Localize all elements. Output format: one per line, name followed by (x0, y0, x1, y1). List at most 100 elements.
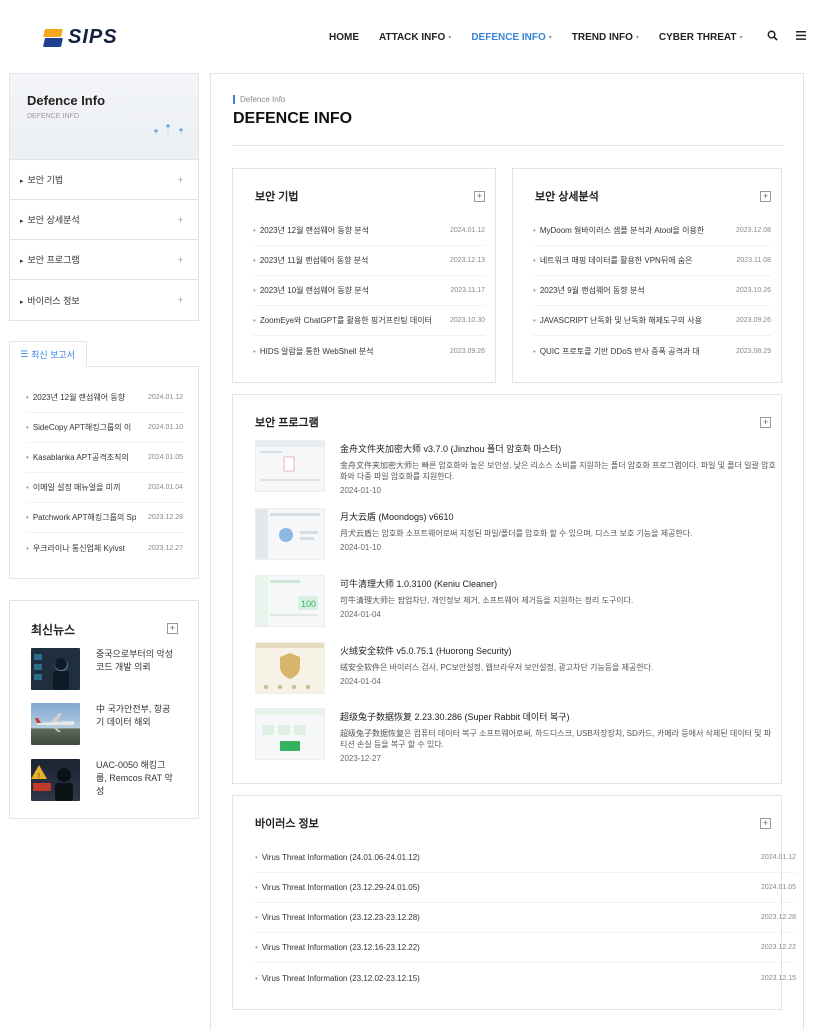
program-desc: 绒安全软件은 바이러스 검사, PC보안설정, 웹브라우저 보안설정, 광고차단… (340, 663, 654, 672)
sidebar-item-virus-info[interactable]: 바이러스 정보+ (10, 280, 198, 320)
nav-home[interactable]: HOME (329, 32, 359, 43)
latest-news: 최신뉴스 + 중국으로부터의 악성코드 개발 의뢰 中 국가안전부, 항공기 데… (9, 600, 199, 819)
chevron-down-icon: ▾ (548, 34, 552, 41)
plus-icon[interactable]: + (760, 417, 771, 428)
nav-attack-info[interactable]: ATTACK INFO ▾ (379, 32, 451, 43)
news-title: 최신뉴스 (31, 623, 76, 637)
plus-icon[interactable]: + (760, 818, 771, 829)
program-date: 2024-01-10 (340, 543, 381, 552)
program-name: 超级兔子数据恢复 2.23.30.286 (Super Rabbit 데이터 복… (340, 712, 570, 722)
program-thumbnail: 100 (255, 575, 325, 627)
logo-text: SIPS (68, 26, 118, 48)
sidebar-item-security-programs[interactable]: 보안 프로그램+ (10, 240, 198, 280)
svg-text:!: ! (38, 773, 40, 780)
decorative-network-icon (152, 120, 186, 138)
list-item[interactable]: SideCopy APT해킹그룹의 이2024.01.10 (26, 413, 183, 443)
plus-icon[interactable]: + (474, 191, 485, 202)
detailed-analysis-card: 보안 상세분석 + MyDoom 웜바이러스 샘플 분석과 Atool을 이용한… (512, 168, 782, 383)
program-thumbnail (255, 440, 325, 492)
program-date: 2023-12-27 (340, 754, 381, 763)
list-item[interactable]: Virus Threat Information (23.12.23-23.12… (255, 903, 796, 933)
program-desc: 月犬云盾는 암호화 소프트웨어로써 지정된 파일/폴더를 암호화 할 수 있으며… (340, 529, 693, 538)
list-item[interactable]: Virus Threat Information (24.01.06-24.01… (255, 843, 796, 873)
virus-info-card: 바이러스 정보 + Virus Threat Information (24.0… (232, 795, 796, 1010)
news-item[interactable]: 중국으로부터의 악성코드 개발 의뢰 (31, 648, 176, 690)
list-item[interactable]: Patchwork APT해킹그룹의 Sp2023.12.28 (26, 503, 183, 533)
news-thumbnail (31, 703, 80, 745)
security-programs-card: 보안 프로그램 + 金舟文件夹加密大师 v3.7.0 (Jinzhou 폴더 암… (232, 394, 782, 784)
list-item[interactable]: Kasablanka APT공격조직의2024.01.05 (26, 443, 183, 473)
program-thumbnail (255, 708, 325, 760)
program-date: 2024-01-04 (340, 610, 381, 619)
site-header: SIPS HOME ATTACK INFO ▾ DEFENCE INFO ▾ TRE… (0, 0, 821, 70)
chevron-down-icon: ▾ (635, 34, 639, 41)
chevron-down-icon: ▾ (448, 34, 452, 41)
program-thumbnail (255, 642, 325, 694)
list-item[interactable]: 2023년 12월 랜섬웨어 동향 분석2024.01.12 (253, 216, 485, 246)
list-item[interactable]: ZoomEye와 ChatGPT를 활용한 핑거프린팅 데이터2023.10.3… (253, 306, 485, 336)
main-nav: HOME ATTACK INFO ▾ DEFENCE INFO ▾ TREND IN… (329, 30, 820, 44)
latest-reports-list: 2023년 12월 랜섬웨어 동향2024.01.12 SideCopy APT… (9, 366, 199, 579)
divider (233, 145, 783, 146)
list-item[interactable]: 2023년 10월 랜섬웨어 동향 분석2023.11.17 (253, 276, 485, 306)
list-item[interactable]: QUIC 프로토콜 기반 DDoS 반사 증폭 공격과 대2023.08.29 (533, 336, 771, 366)
list-icon: ☰ (20, 348, 29, 359)
plus-icon: + (177, 174, 183, 185)
list-item[interactable]: Virus Threat Information (23.12.29-24.01… (255, 873, 796, 903)
list-item[interactable]: 2023년 12월 랜섬웨어 동향2024.01.12 (26, 383, 183, 413)
program-date: 2024-01-04 (340, 677, 381, 686)
card-title: 보안 상세분석 (535, 191, 599, 203)
list-item[interactable]: JAVASCRIPT 난독화 및 난독화 해제도구의 사용2023.09.26 (533, 306, 771, 336)
nav-defence-info[interactable]: DEFENCE INFO ▾ (471, 32, 551, 43)
program-item[interactable]: 金舟文件夹加密大师 v3.7.0 (Jinzhou 폴더 암호화 마스터) 金舟… (255, 440, 776, 496)
nav-cyber-threat[interactable]: CYBER THREAT ▾ (659, 32, 743, 43)
list-item[interactable]: HIDS 알람을 통한 WebShell 분석2023.09.26 (253, 336, 485, 366)
tab-latest-reports[interactable]: ☰ 최신 보고서 (9, 341, 87, 367)
program-thumbnail (255, 508, 325, 560)
plus-icon: + (177, 214, 183, 225)
security-tech-card: 보안 기법 + 2023년 12월 랜섬웨어 동향 분석2024.01.12 2… (232, 168, 496, 383)
main-content: Defence Info DEFENCE INFO 보안 기법 + 2023년 … (210, 73, 804, 1030)
sidebar-title: Defence Info (27, 93, 106, 108)
plus-icon: + (177, 254, 183, 265)
list-item[interactable]: 이메일 설정 매뉴얼을 미끼2024.01.04 (26, 473, 183, 503)
card-title: 보안 프로그램 (255, 417, 319, 429)
program-desc: 超级兔子数据恢复은 컴퓨터 데이터 복구 소프트웨어로써, 하드디스크, USB… (340, 729, 772, 749)
program-name: 金舟文件夹加密大师 v3.7.0 (Jinzhou 폴더 암호화 마스터) (340, 444, 562, 454)
program-desc: 金舟文件夹加密大师는 빠른 암호화와 높은 보안성, 낮은 리소스 소비를 지원… (340, 461, 776, 481)
list-item[interactable]: 2023년 11월 랜섬웨어 동향 분석2023.12.13 (253, 246, 485, 276)
news-item[interactable]: 中 국가안전부, 항공기 데이터 해외 (31, 703, 176, 745)
plus-icon[interactable]: + (167, 623, 178, 634)
program-item[interactable]: 超级兔子数据恢复 2.23.30.286 (Super Rabbit 데이터 복… (255, 708, 775, 764)
program-date: 2024-01-10 (340, 486, 381, 495)
list-item[interactable]: MyDoom 웜바이러스 샘플 분석과 Atool을 이용한2023.12.08 (533, 216, 771, 246)
news-thumbnail: ! (31, 759, 80, 801)
program-item[interactable]: 火绒安全软件 v5.0.75.1 (Huorong Security) 绒安全软… (255, 642, 775, 698)
sidebar-item-security-tech[interactable]: 보안 기법+ (10, 160, 198, 200)
sidebar-item-detailed-analysis[interactable]: 보안 상세분석+ (10, 200, 198, 240)
card-title: 바이러스 정보 (255, 818, 319, 830)
list-item[interactable]: Virus Threat Information (23.12.16-23.12… (255, 933, 796, 963)
news-thumbnail (31, 648, 80, 690)
list-item[interactable]: Virus Threat Information (23.12.02-23.12… (255, 963, 796, 993)
plus-icon: + (177, 295, 183, 305)
program-item[interactable]: 月大云盾 (Moondogs) v6610 月犬云盾는 암호화 소프트웨어로써 … (255, 508, 775, 564)
program-name: 月大云盾 (Moondogs) v6610 (340, 512, 454, 522)
program-desc: 可牛清理大师는 팝업차단, 개인정보 제거, 소프트웨어 제거등을 지원하는 정… (340, 596, 634, 605)
plus-icon[interactable]: + (760, 191, 771, 202)
chevron-down-icon: ▾ (739, 34, 743, 41)
list-item[interactable]: 네트워크 매핑 데이터를 활용한 VPN뒤에 숨은2023.11.08 (533, 246, 771, 276)
page-title: DEFENCE INFO (233, 110, 353, 127)
news-item[interactable]: ! UAC-0050 해킹그룹, Remcos RAT 악성 (31, 759, 176, 801)
program-item[interactable]: 100 可牛清理大师 1.0.3100 (Keniu Cleaner) 可牛清理… (255, 575, 775, 631)
logo-mark-icon (43, 28, 63, 47)
sidebar-header: Defence Info DEFENCE INFO (10, 74, 198, 160)
hamburger-menu-icon[interactable] (795, 31, 806, 43)
nav-trend-info[interactable]: TREND INFO ▾ (572, 32, 639, 43)
breadcrumb: Defence Info (233, 95, 285, 104)
site-logo[interactable]: SIPS (43, 26, 118, 49)
sidebar-subtitle: DEFENCE INFO (27, 113, 80, 120)
list-item[interactable]: 우크라이나 통신업체 Kyivst2023.12.27 (26, 533, 183, 563)
search-icon[interactable] (767, 30, 778, 44)
list-item[interactable]: 2023년 9월 랜섬웨어 동향 분석2023.10.26 (533, 276, 771, 306)
